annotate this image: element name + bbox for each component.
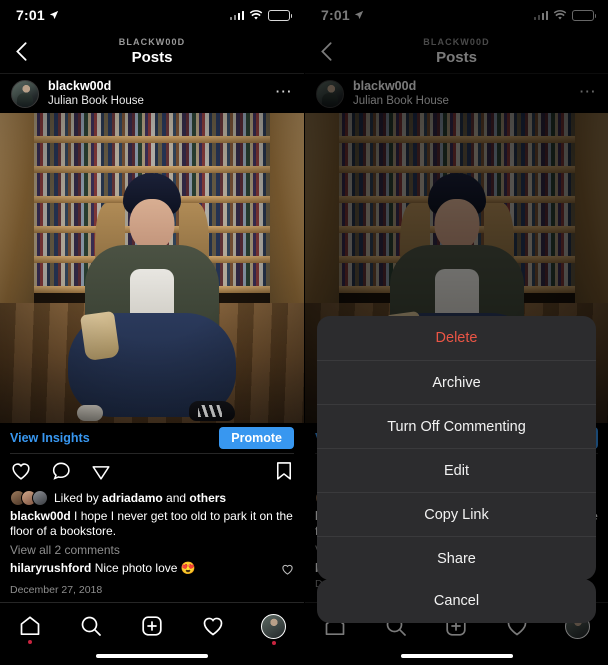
comment-like-button[interactable] [281,561,294,581]
phone-screen-action-sheet: 7:01 BLACKW00D Posts blackw00d Julian [304,0,608,665]
post-actions-row [0,454,304,488]
avatar[interactable] [11,79,39,108]
likes-middle: and [162,490,190,505]
likes-prefix: Liked by [54,490,103,505]
liker-username[interactable]: adriadamo [102,491,163,505]
home-indicator [96,654,208,658]
comment-body: hilaryrushford Nice photo love 😍 [10,561,196,575]
search-icon [81,616,102,636]
tab-add-post[interactable] [122,614,183,638]
share-paper-plane-icon[interactable] [90,460,112,482]
cellular-bars-icon [229,10,244,20]
wifi-icon [249,9,263,20]
add-post-icon [142,616,162,636]
location-arrow-icon [49,10,58,20]
bookmark-icon[interactable] [274,460,294,482]
page-title: Posts [131,49,173,66]
status-bar-indicators [229,9,292,21]
action-sheet-item-archive[interactable]: Archive [317,360,596,404]
back-button[interactable] [10,30,33,73]
tab-activity[interactable] [182,614,243,638]
caption-username[interactable]: blackw00d [10,509,71,523]
heart-icon [282,565,293,575]
action-sheet-item-copy-link[interactable]: Copy Link [317,492,596,536]
action-sheet-item-share[interactable]: Share [317,536,596,580]
post-header: blackw00d Julian Book House ⋯ [0,74,304,113]
promote-button[interactable]: Promote [219,427,294,449]
tab-home[interactable] [0,614,61,644]
tab-profile[interactable] [243,614,304,645]
likes-row: Liked by adriadamo and others [0,488,304,506]
nav-subtitle: BLACKW00D [118,37,186,47]
activity-heart-icon [203,617,223,636]
view-insights-link[interactable]: View Insights [10,431,90,445]
battery-icon [268,9,292,21]
home-icon [21,616,40,636]
heart-eyes-emoji: 😍 [180,561,196,576]
comment-username[interactable]: hilaryrushford [10,561,91,575]
action-sheet-item-turn-off-commenting[interactable]: Turn Off Commenting [317,404,596,448]
chevron-left-icon [16,42,27,61]
navigation-bar: BLACKW00D Posts [0,30,304,74]
action-sheet-item-edit[interactable]: Edit [317,448,596,492]
insights-row: View Insights Promote [0,423,304,453]
action-sheet-cancel-button[interactable]: Cancel [317,579,596,623]
action-sheet: Delete Archive Turn Off Commenting Edit … [317,316,596,580]
likes-text: Liked by adriadamo and others [54,491,226,505]
status-bar: 7:01 [0,0,304,30]
comment-icon[interactable] [50,460,72,482]
post-image[interactable] [0,113,304,423]
nav-title-group: BLACKW00D Posts [118,37,186,66]
action-sheet-item-delete[interactable]: Delete [317,316,596,360]
comment-text: Nice photo love [91,561,181,576]
profile-avatar-icon [261,614,287,639]
post-caption: blackw00d I hope I never get too old to … [0,506,304,541]
liker-avatars[interactable] [10,489,48,506]
status-bar-time-group: 7:01 [16,7,59,23]
post-author-group: blackw00d Julian Book House [48,79,144,108]
clock-label: 7:01 [16,7,45,23]
likes-others[interactable]: others [189,491,226,505]
post-username[interactable]: blackw00d [48,79,144,94]
home-indicator [400,654,513,658]
post-location[interactable]: Julian Book House [48,94,144,108]
dual-screenshot-comparison: 7:01 BLACKW00D Posts blackw00d Julian Bo… [0,0,608,665]
heart-icon[interactable] [10,460,32,482]
post-date: December 27, 2018 [10,584,103,597]
more-options-icon[interactable]: ⋯ [275,83,293,105]
comment-row: hilaryrushford Nice photo love 😍 [0,557,304,581]
tab-search[interactable] [61,614,122,638]
phone-screen-post-detail: 7:01 BLACKW00D Posts blackw00d Julian Bo… [0,0,304,665]
view-all-comments-link[interactable]: View all 2 comments [0,540,304,557]
